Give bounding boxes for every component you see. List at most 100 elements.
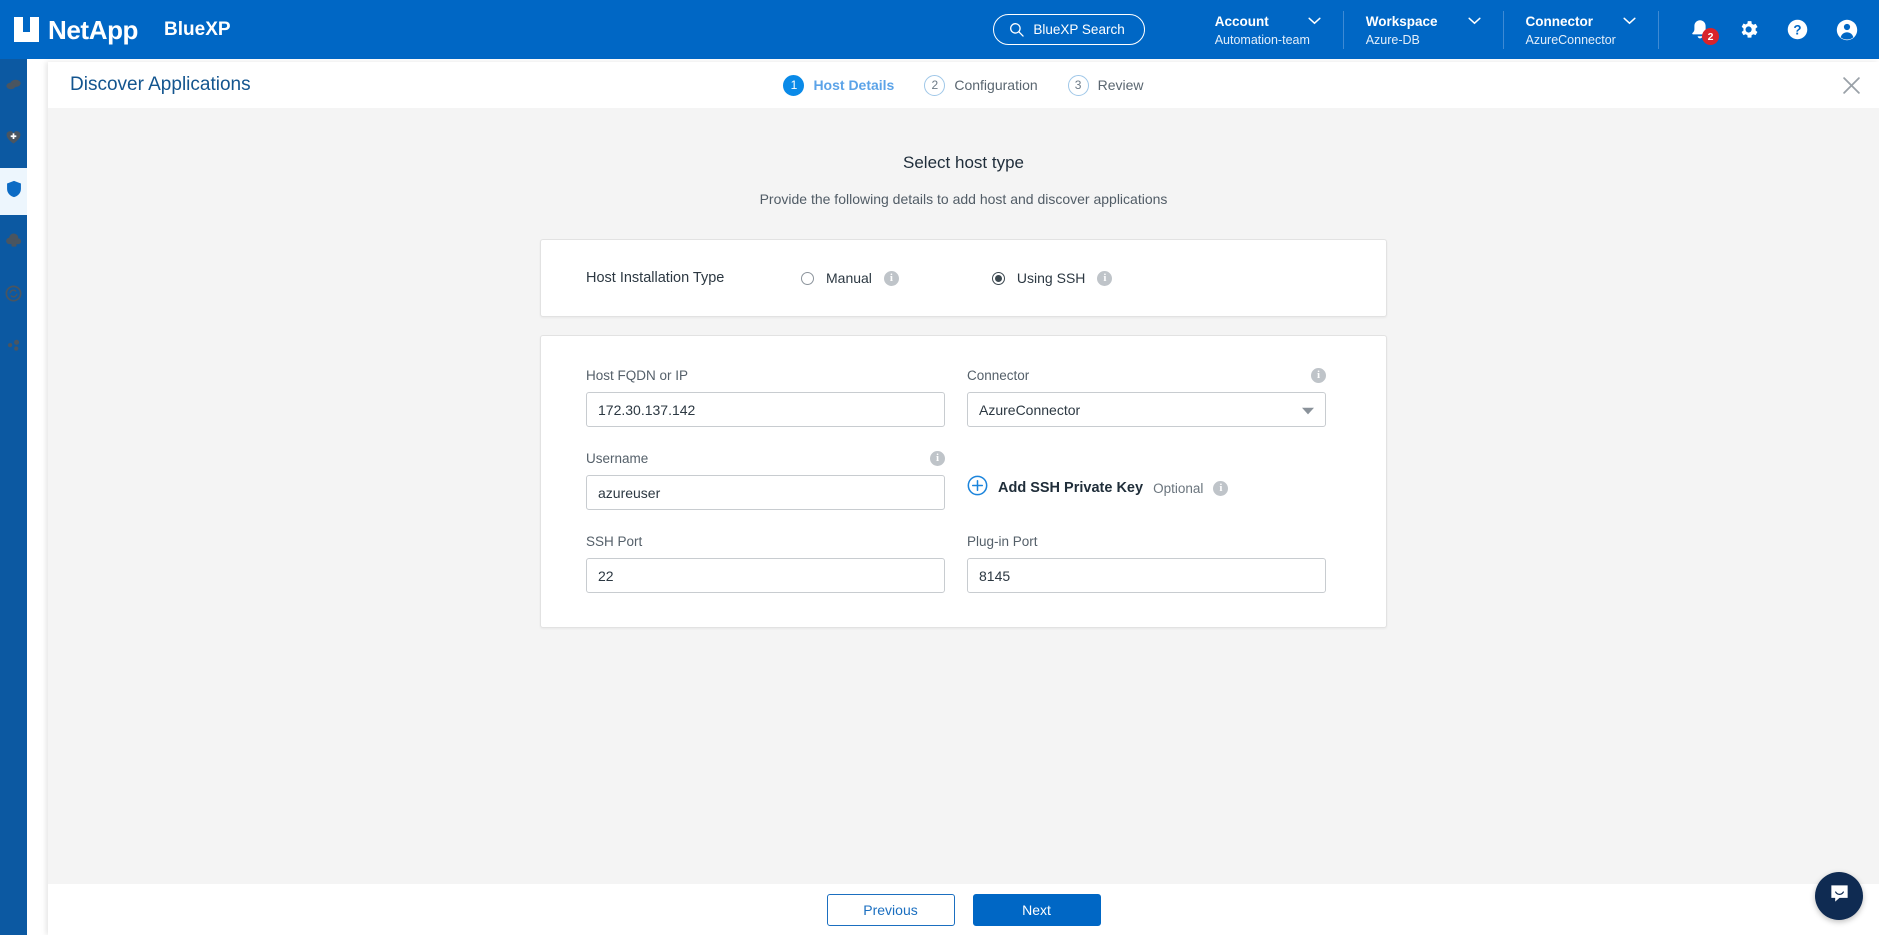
- workspace-label: Workspace: [1365, 13, 1438, 29]
- wizard-footer: Previous Next: [48, 884, 1879, 935]
- help-icon[interactable]: ?: [1786, 18, 1809, 41]
- top-navigation-right: BlueXP Search Account Automation-team Wo…: [993, 0, 1879, 59]
- sidebar-item-health[interactable]: [0, 116, 27, 163]
- info-icon[interactable]: i: [1097, 270, 1113, 286]
- svg-text:?: ?: [1793, 22, 1801, 37]
- username-input[interactable]: [586, 475, 945, 510]
- sync-icon: [5, 285, 22, 307]
- add-ssh-private-key-area: Add SSH Private Key Optional i: [967, 449, 1326, 510]
- gear-icon[interactable]: [1737, 18, 1760, 41]
- info-icon[interactable]: i: [1213, 480, 1229, 496]
- form-row-username-sshkey: Username i Add SSH: [586, 449, 1341, 510]
- context-switchers: Account Automation-team Workspace Azure-…: [1193, 0, 1659, 59]
- health-heart-icon: [5, 129, 22, 151]
- connector-value: AzureConnector: [1525, 33, 1616, 47]
- field-ssh-port: SSH Port: [586, 532, 945, 593]
- radio-using-ssh[interactable]: [991, 271, 1005, 285]
- add-ssh-private-key-optional: Optional: [1153, 480, 1204, 496]
- chevron-down-icon: [1623, 12, 1636, 30]
- account-switcher[interactable]: Account Automation-team: [1193, 0, 1343, 59]
- connector-label: Connector: [1525, 13, 1594, 29]
- radio-manual-label: Manual: [826, 270, 872, 286]
- sidebar-item-extensions[interactable]: [0, 324, 27, 371]
- brand-area: NetApp BlueXP: [0, 17, 231, 43]
- host-installation-type-card: Host Installation Type Manual i Using SS…: [540, 239, 1387, 317]
- plus-circle-icon: [967, 475, 988, 501]
- nodes-icon: [5, 337, 22, 359]
- field-host-fqdn: Host FQDN or IP: [586, 366, 945, 427]
- step-number: 1: [783, 74, 805, 96]
- field-plugin-port: Plug-in Port: [967, 532, 1326, 593]
- step-label: Host Details: [813, 77, 895, 93]
- canvas-icon: [5, 77, 22, 99]
- bluexp-wordmark[interactable]: BlueXP: [164, 20, 231, 39]
- wizard-step-configuration[interactable]: 2 Configuration: [924, 74, 1038, 96]
- wizard-step-review[interactable]: 3 Review: [1067, 74, 1144, 96]
- chevron-down-icon: [1302, 402, 1314, 418]
- step-number: 3: [1067, 74, 1089, 96]
- netapp-wordmark: NetApp: [48, 14, 139, 45]
- info-icon[interactable]: i: [1311, 367, 1326, 383]
- form-row-ports: SSH Port Plug-in Port: [586, 532, 1341, 593]
- add-ssh-private-key-label: Add SSH Private Key: [998, 480, 1144, 496]
- workspace-switcher[interactable]: Workspace Azure-DB: [1344, 0, 1503, 59]
- field-username: Username i: [586, 449, 945, 510]
- host-fqdn-input[interactable]: [586, 392, 945, 427]
- sidebar-item-canvas[interactable]: [0, 64, 27, 111]
- step-number: 2: [924, 74, 946, 96]
- wizard-body: Select host type Provide the following d…: [48, 108, 1879, 884]
- netapp-mark-icon: [14, 17, 39, 42]
- field-connector: Connector i AzureConnector: [967, 366, 1326, 427]
- wizard-step-host-details[interactable]: 1 Host Details: [783, 74, 895, 96]
- top-navigation-bar: NetApp BlueXP BlueXP Search Account Auto…: [0, 0, 1879, 59]
- ssh-port-input[interactable]: [586, 558, 945, 593]
- info-icon[interactable]: i: [930, 450, 945, 466]
- chat-support-button[interactable]: [1815, 872, 1863, 920]
- netapp-logo[interactable]: NetApp: [14, 17, 138, 43]
- bluexp-search-label: BlueXP Search: [1033, 22, 1125, 37]
- host-fqdn-label: Host FQDN or IP: [586, 367, 689, 383]
- chevron-down-icon: [1467, 12, 1481, 30]
- top-icon-group: 2 ?: [1659, 18, 1879, 45]
- user-avatar-icon[interactable]: [1835, 18, 1859, 42]
- next-button[interactable]: Next: [972, 893, 1101, 926]
- username-label: Username: [586, 450, 649, 466]
- connector-field-label: Connector: [967, 367, 1030, 383]
- connector-select[interactable]: AzureConnector: [967, 392, 1326, 427]
- chevron-down-icon: [1308, 12, 1321, 30]
- previous-button[interactable]: Previous: [826, 893, 955, 926]
- wizard-header: Discover Applications 1 Host Details 2 C…: [48, 62, 1879, 108]
- sidebar-item-governance[interactable]: [0, 220, 27, 267]
- connector-switcher[interactable]: Connector AzureConnector: [1504, 0, 1659, 59]
- content-heading: Select host type: [903, 153, 1024, 172]
- radio-using-ssh-label: Using SSH: [1016, 270, 1086, 286]
- info-icon[interactable]: i: [883, 270, 899, 286]
- host-installation-type-label: Host Installation Type: [586, 270, 725, 286]
- discover-applications-wizard: Discover Applications 1 Host Details 2 C…: [48, 62, 1879, 935]
- plugin-port-label: Plug-in Port: [967, 533, 1038, 549]
- account-label: Account: [1214, 13, 1269, 29]
- wizard-steps: 1 Host Details 2 Configuration 3 Review: [48, 62, 1879, 108]
- plugin-port-input[interactable]: [967, 558, 1326, 593]
- radio-manual[interactable]: [801, 271, 814, 285]
- host-details-form-card: Host FQDN or IP Connector i AzureConnect…: [540, 335, 1387, 628]
- account-value: Automation-team: [1214, 33, 1310, 47]
- bell-icon[interactable]: 2: [1689, 18, 1719, 45]
- add-ssh-private-key-button[interactable]: Add SSH Private Key Optional i: [967, 475, 1326, 501]
- content-subheading: Provide the following details to add hos…: [759, 191, 1168, 207]
- workspace-value: Azure-DB: [1365, 33, 1420, 47]
- close-icon[interactable]: [1842, 76, 1861, 95]
- search-icon: [1009, 22, 1025, 37]
- left-sidebar-icons: [0, 59, 27, 935]
- bluexp-search-button[interactable]: BlueXP Search: [993, 14, 1145, 45]
- radio-option-manual[interactable]: Manual i: [801, 270, 899, 286]
- sidebar-item-mobility[interactable]: [0, 272, 27, 319]
- ssh-port-label: SSH Port: [586, 533, 643, 549]
- sidebar-item-protection[interactable]: [0, 168, 27, 215]
- form-row-host-connector: Host FQDN or IP Connector i AzureConnect…: [586, 366, 1341, 427]
- connector-selected-value: AzureConnector: [979, 401, 1081, 418]
- radio-option-using-ssh[interactable]: Using SSH i: [991, 270, 1113, 286]
- notification-count-badge: 2: [1702, 28, 1719, 45]
- shield-icon: [6, 180, 22, 203]
- step-label: Configuration: [954, 77, 1038, 93]
